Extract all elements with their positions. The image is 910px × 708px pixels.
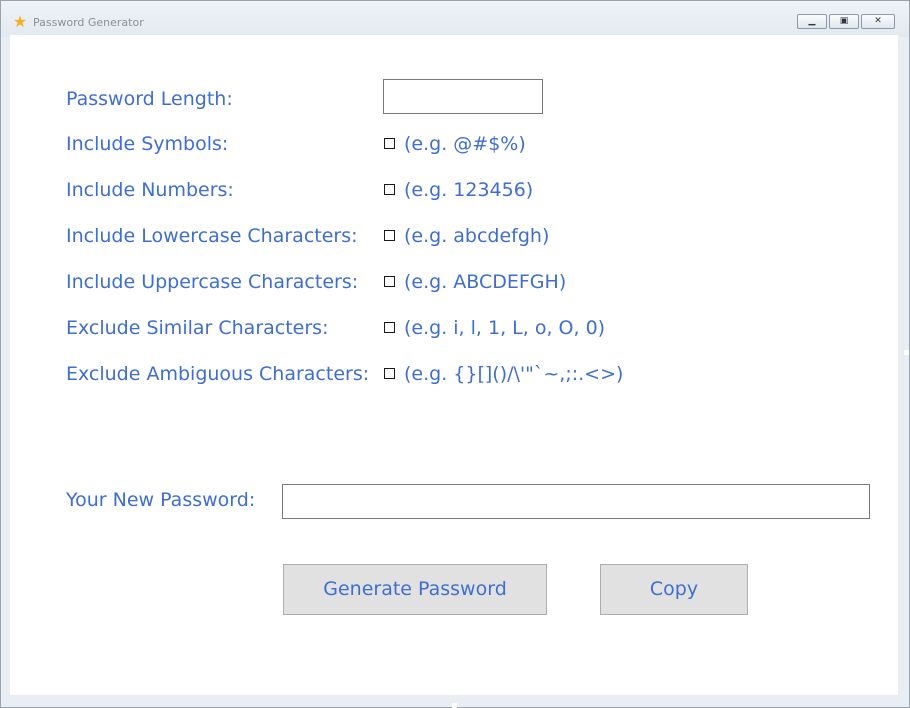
title-bar[interactable]: ★ Password Generator ▁ ▣ ✕ <box>1 1 909 37</box>
maximize-button[interactable]: ▣ <box>829 14 859 29</box>
minimize-button[interactable]: ▁ <box>797 14 827 29</box>
exclude-ambiguous-example: (e.g. {}[]()/\'"`~,;:.<>) <box>404 363 624 385</box>
include-uppercase-checkbox[interactable] <box>384 276 395 287</box>
new-password-label: Your New Password: <box>66 489 256 511</box>
include-lowercase-checkbox[interactable] <box>384 230 395 241</box>
maximize-icon: ▣ <box>839 16 849 26</box>
include-uppercase-example: (e.g. ABCDEFGH) <box>404 271 567 293</box>
exclude-ambiguous-label: Exclude Ambiguous Characters: <box>66 363 370 385</box>
exclude-similar-label: Exclude Similar Characters: <box>66 317 329 339</box>
include-numbers-example: (e.g. 123456) <box>404 179 534 201</box>
copy-button[interactable]: Copy <box>600 564 748 615</box>
resize-handle-right[interactable] <box>904 350 909 355</box>
include-symbols-label: Include Symbols: <box>66 133 229 155</box>
include-numbers-checkbox[interactable] <box>384 184 395 195</box>
exclude-similar-example: (e.g. i, l, 1, L, o, O, 0) <box>404 317 606 339</box>
include-lowercase-label: Include Lowercase Characters: <box>66 225 358 247</box>
exclude-similar-checkbox[interactable] <box>384 322 395 333</box>
close-button[interactable]: ✕ <box>861 14 895 29</box>
include-symbols-checkbox[interactable] <box>384 138 395 149</box>
exclude-ambiguous-checkbox[interactable] <box>384 368 395 379</box>
password-length-label: Password Length: <box>66 88 233 110</box>
include-symbols-example: (e.g. @#$%) <box>404 133 526 155</box>
include-uppercase-label: Include Uppercase Characters: <box>66 271 359 293</box>
include-numbers-label: Include Numbers: <box>66 179 234 201</box>
close-icon: ✕ <box>874 16 882 26</box>
window-title: Password Generator <box>33 16 144 29</box>
generate-password-button[interactable]: Generate Password <box>283 564 547 615</box>
include-lowercase-example: (e.g. abcdefgh) <box>404 225 550 247</box>
new-password-field[interactable] <box>282 484 870 519</box>
app-window: ★ Password Generator ▁ ▣ ✕ Password Leng… <box>0 0 910 708</box>
resize-handle-bottom[interactable] <box>452 703 457 708</box>
star-icon: ★ <box>12 12 28 31</box>
minimize-icon: ▁ <box>808 16 816 26</box>
form-panel: Password Length: Include Symbols: (e.g. … <box>10 35 898 695</box>
password-length-input[interactable] <box>383 79 543 114</box>
